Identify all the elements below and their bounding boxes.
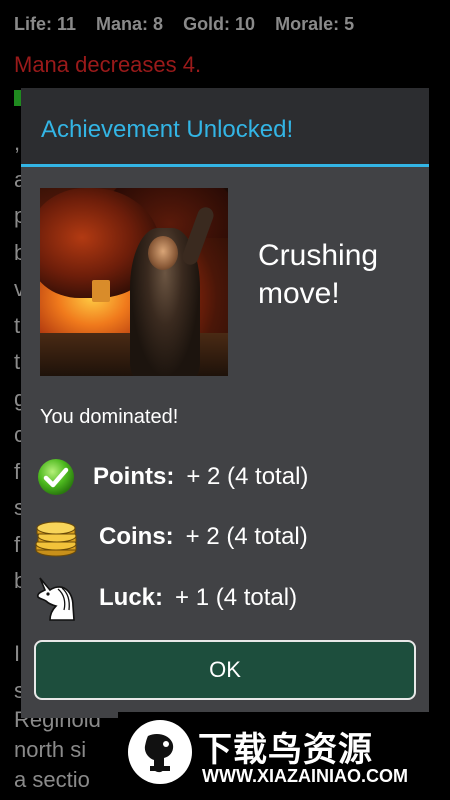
unicorn-icon	[33, 575, 79, 621]
reward-coins: Coins: + 2 (4 total)	[33, 514, 308, 560]
gold-stat: Gold: 10	[183, 14, 256, 34]
checkmark-icon	[33, 454, 79, 500]
achievement-dialog: Achievement Unlocked! Crushing move! You…	[21, 88, 429, 718]
mana-stat: Mana: 8	[96, 14, 164, 34]
dialog-title: Achievement Unlocked!	[41, 116, 294, 143]
watermark-url: WWW.XIAZAINIAO.COM	[202, 766, 408, 786]
achievement-subtitle: You dominated!	[40, 406, 179, 428]
reward-value: + 2 (4 total)	[186, 463, 309, 490]
reward-luck: Luck: + 1 (4 total)	[33, 575, 297, 621]
reward-label: Luck:	[99, 584, 164, 611]
reward-points: Points: + 2 (4 total)	[33, 454, 308, 500]
story-text-bottom: Reginold north si a sectio	[14, 705, 101, 795]
life-stat: Life: 11	[14, 14, 77, 34]
achievement-artwork	[40, 188, 228, 376]
stats-bar: Life: 11 Mana: 8 Gold: 10 Morale: 5	[14, 14, 440, 35]
watermark-title: 下载鸟资源	[198, 731, 373, 769]
coins-icon	[33, 514, 79, 560]
reward-value: + 1 (4 total)	[175, 584, 298, 611]
reward-label: Points:	[93, 463, 175, 490]
story-line: a sectio	[14, 767, 90, 792]
reward-value: + 2 (4 total)	[185, 523, 308, 550]
morale-stat: Morale: 5	[275, 14, 355, 34]
reward-label: Coins:	[99, 523, 174, 550]
watermark: 下载鸟资源 WWW.XIAZAINIAO.COM	[118, 712, 433, 795]
bird-logo-icon	[128, 720, 192, 784]
dialog-header: Achievement Unlocked!	[21, 88, 429, 167]
achievement-name: Crushing move!	[258, 239, 379, 310]
event-message: Mana decreases 4.	[14, 52, 202, 77]
story-line: north si	[14, 737, 87, 762]
ok-button[interactable]: OK	[34, 640, 416, 700]
